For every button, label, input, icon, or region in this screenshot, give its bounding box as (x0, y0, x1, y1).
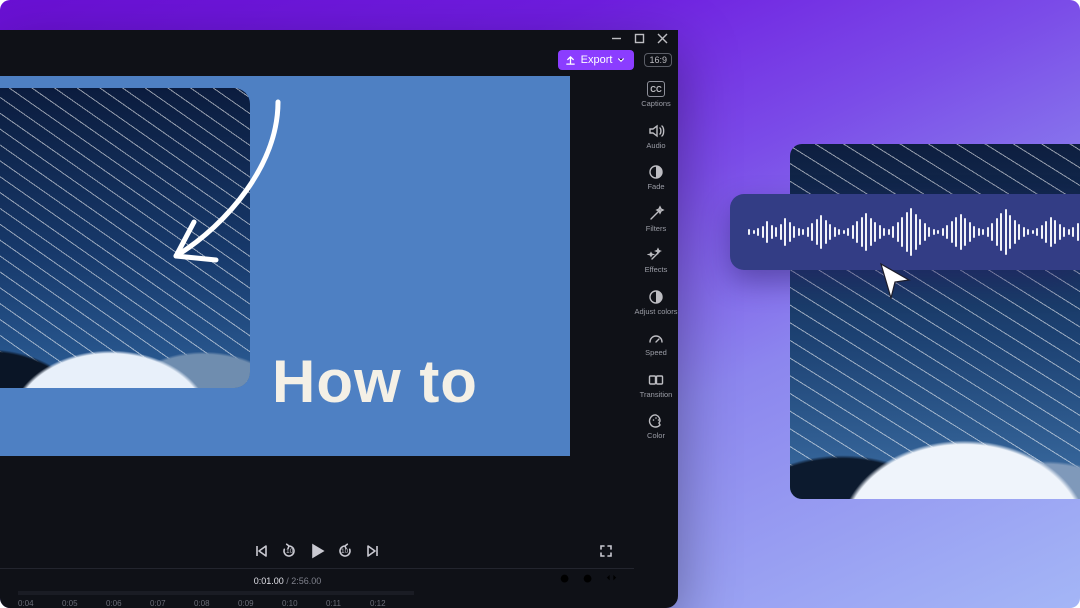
timeline-tick: 0:11 (326, 591, 370, 608)
arrow-annotation (158, 94, 308, 269)
audio-waveform-chip[interactable] (730, 194, 1080, 270)
close-button[interactable] (657, 33, 668, 44)
export-label: Export (581, 54, 613, 66)
editor-main: How to 10 10 (0, 74, 634, 608)
contrast-icon (647, 288, 665, 306)
next-clip-button[interactable] (365, 543, 381, 564)
forward-10-button[interactable]: 10 (337, 543, 353, 564)
rail-item-effects[interactable]: Effects (645, 246, 668, 274)
aspect-ratio-badge[interactable]: 16:9 (644, 53, 672, 67)
zoom-fit-button[interactable] (605, 573, 618, 588)
timeline-ruler[interactable]: 0:040:050:060:070:080:090:100:110:12 (0, 591, 634, 608)
zoom-out-button[interactable] (582, 573, 595, 588)
window-titlebar (0, 30, 678, 46)
rail-label: Speed (645, 349, 667, 357)
cc-icon: CC (647, 80, 665, 98)
video-editor-window: Export 16:9 How to (0, 30, 678, 608)
rail-label: Captions (641, 100, 671, 108)
play-button[interactable] (309, 543, 325, 564)
fade-icon (647, 163, 665, 181)
rail-item-color[interactable]: Color (647, 412, 665, 440)
export-button[interactable]: Export (558, 50, 635, 70)
cursor-pointer-icon (875, 260, 915, 300)
rail-label: Fade (647, 183, 664, 191)
speaker-icon (647, 122, 665, 140)
chevron-down-icon (619, 59, 624, 61)
timeline-tick: 0:06 (106, 591, 150, 608)
transition-icon (647, 371, 665, 389)
preview-overlay-text: How to (272, 347, 478, 416)
rail-label: Color (647, 432, 665, 440)
rail-item-audio[interactable]: Audio (646, 122, 665, 150)
rail-item-captions[interactable]: CC Captions (641, 80, 671, 108)
timeline-tick: 0:12 (370, 591, 414, 608)
timecode: 0:01.00 / 2:56.00 (254, 576, 322, 586)
fullscreen-button[interactable] (598, 543, 614, 564)
timeline-tick: 0:09 (238, 591, 282, 608)
rail-label: Audio (646, 142, 665, 150)
zoom-in-button[interactable] (559, 573, 572, 588)
timeline-tick: 0:04 (18, 591, 62, 608)
rail-label: Transition (640, 391, 673, 399)
rail-item-speed[interactable]: Speed (645, 329, 667, 357)
gauge-icon (647, 329, 665, 347)
rail-label: Adjust colors (635, 308, 678, 316)
rail-item-adjust-colors[interactable]: Adjust colors (635, 288, 678, 316)
preview-canvas[interactable]: How to (0, 76, 570, 456)
minimize-button[interactable] (611, 33, 622, 44)
maximize-button[interactable] (634, 33, 645, 44)
wand-icon (647, 205, 665, 223)
palette-icon (647, 412, 665, 430)
rail-item-fade[interactable]: Fade (647, 163, 665, 191)
timeline: 0:01.00 / 2:56.00 0:040:050:060:070:080:… (0, 568, 634, 608)
timeline-tick: 0:08 (194, 591, 238, 608)
waveform-bars (748, 194, 1080, 270)
rewind-10-button[interactable]: 10 (281, 543, 297, 564)
rail-label: Filters (646, 225, 666, 233)
rail-item-transition[interactable]: Transition (640, 371, 673, 399)
timeline-tick: 0:05 (62, 591, 106, 608)
editor-topbar: Export 16:9 (0, 46, 678, 74)
playback-controls: 10 10 (0, 538, 634, 568)
prev-clip-button[interactable] (253, 543, 269, 564)
right-tool-rail: CC Captions Audio Fade Filters Effects Adjust … (634, 74, 678, 608)
cc-icon: CC (647, 81, 665, 97)
timeline-tick: 0:07 (150, 591, 194, 608)
rail-item-filters[interactable]: Filters (646, 205, 666, 233)
timeline-tick: 0:10 (282, 591, 326, 608)
rail-label: Effects (645, 266, 668, 274)
sparkle-icon (647, 246, 665, 264)
